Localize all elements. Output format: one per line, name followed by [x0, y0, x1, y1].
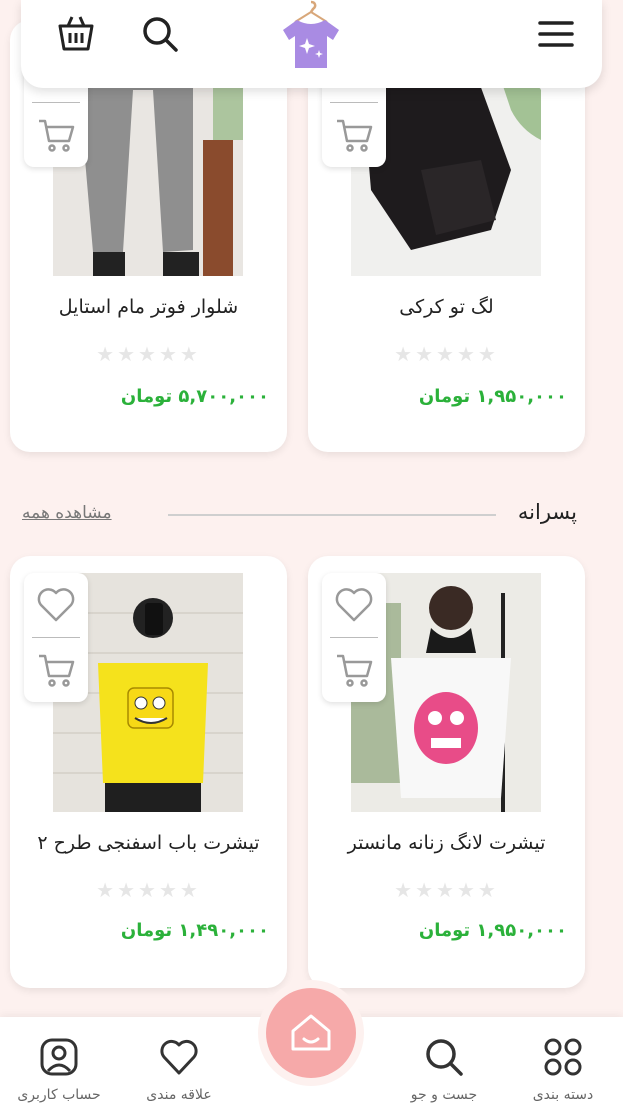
- search-icon: [424, 1037, 464, 1077]
- top-header: [21, 0, 602, 88]
- home-icon: [291, 1014, 331, 1051]
- nav-categories[interactable]: دسته بندی: [508, 1017, 618, 1117]
- section-title: پسرانه: [517, 500, 577, 524]
- see-all-link[interactable]: مشاهده همه: [22, 503, 112, 523]
- heart-icon[interactable]: [24, 573, 88, 637]
- product-price: ۱,۹۵۰,۰۰۰ تومان: [418, 386, 567, 407]
- heart-icon[interactable]: [322, 573, 386, 637]
- home-button[interactable]: [266, 988, 356, 1078]
- rating-stars: ★★★★★: [96, 878, 201, 902]
- product-title[interactable]: تیشرت لانگ زنانه مانستر: [318, 832, 575, 854]
- product-price: ۱,۹۵۰,۰۰۰ تومان: [418, 920, 567, 941]
- nav-categories-label: دسته بندی: [532, 1087, 594, 1103]
- menu-icon[interactable]: [535, 14, 577, 54]
- rating-stars: ★★★★★: [394, 878, 499, 902]
- rating-stars: ★★★★★: [394, 342, 499, 366]
- search-icon[interactable]: [139, 13, 181, 55]
- rating-stars: ★★★★★: [96, 342, 201, 366]
- product-title[interactable]: شلوار فوتر مام استایل: [20, 296, 277, 318]
- nav-favorites[interactable]: علاقه مندی: [124, 1017, 234, 1117]
- cart-icon[interactable]: [322, 103, 386, 167]
- section-divider: [168, 514, 496, 516]
- product-actions: [322, 573, 386, 702]
- nav-search[interactable]: جست و جو: [389, 1017, 499, 1117]
- heart-icon: [159, 1037, 199, 1077]
- product-title[interactable]: تیشرت باب اسفنجی طرح ۲: [20, 832, 277, 854]
- product-actions: [24, 573, 88, 702]
- tshirt-logo[interactable]: [277, 0, 345, 72]
- user-icon: [39, 1037, 79, 1077]
- cart-icon[interactable]: [24, 103, 88, 167]
- basket-icon[interactable]: [55, 12, 97, 54]
- nav-search-label: جست و جو: [410, 1087, 478, 1103]
- product-price: ۵,۷۰۰,۰۰۰ تومان: [120, 386, 269, 407]
- product-price: ۱,۴۹۰,۰۰۰ تومان: [120, 920, 269, 941]
- categories-icon: [543, 1037, 583, 1077]
- product-title[interactable]: لگ تو کرکی: [318, 296, 575, 318]
- cart-icon[interactable]: [24, 638, 88, 702]
- nav-account[interactable]: حساب کاربری: [4, 1017, 114, 1117]
- nav-account-label: حساب کاربری: [17, 1087, 101, 1103]
- cart-icon[interactable]: [322, 638, 386, 702]
- product-card[interactable]: تیشرت باب اسفنجی طرح ۲ ★★★★★ ۱,۴۹۰,۰۰۰ ت…: [10, 556, 287, 988]
- nav-favorites-label: علاقه مندی: [146, 1087, 212, 1103]
- product-card[interactable]: تیشرت لانگ زنانه مانستر ★★★★★ ۱,۹۵۰,۰۰۰ …: [308, 556, 585, 988]
